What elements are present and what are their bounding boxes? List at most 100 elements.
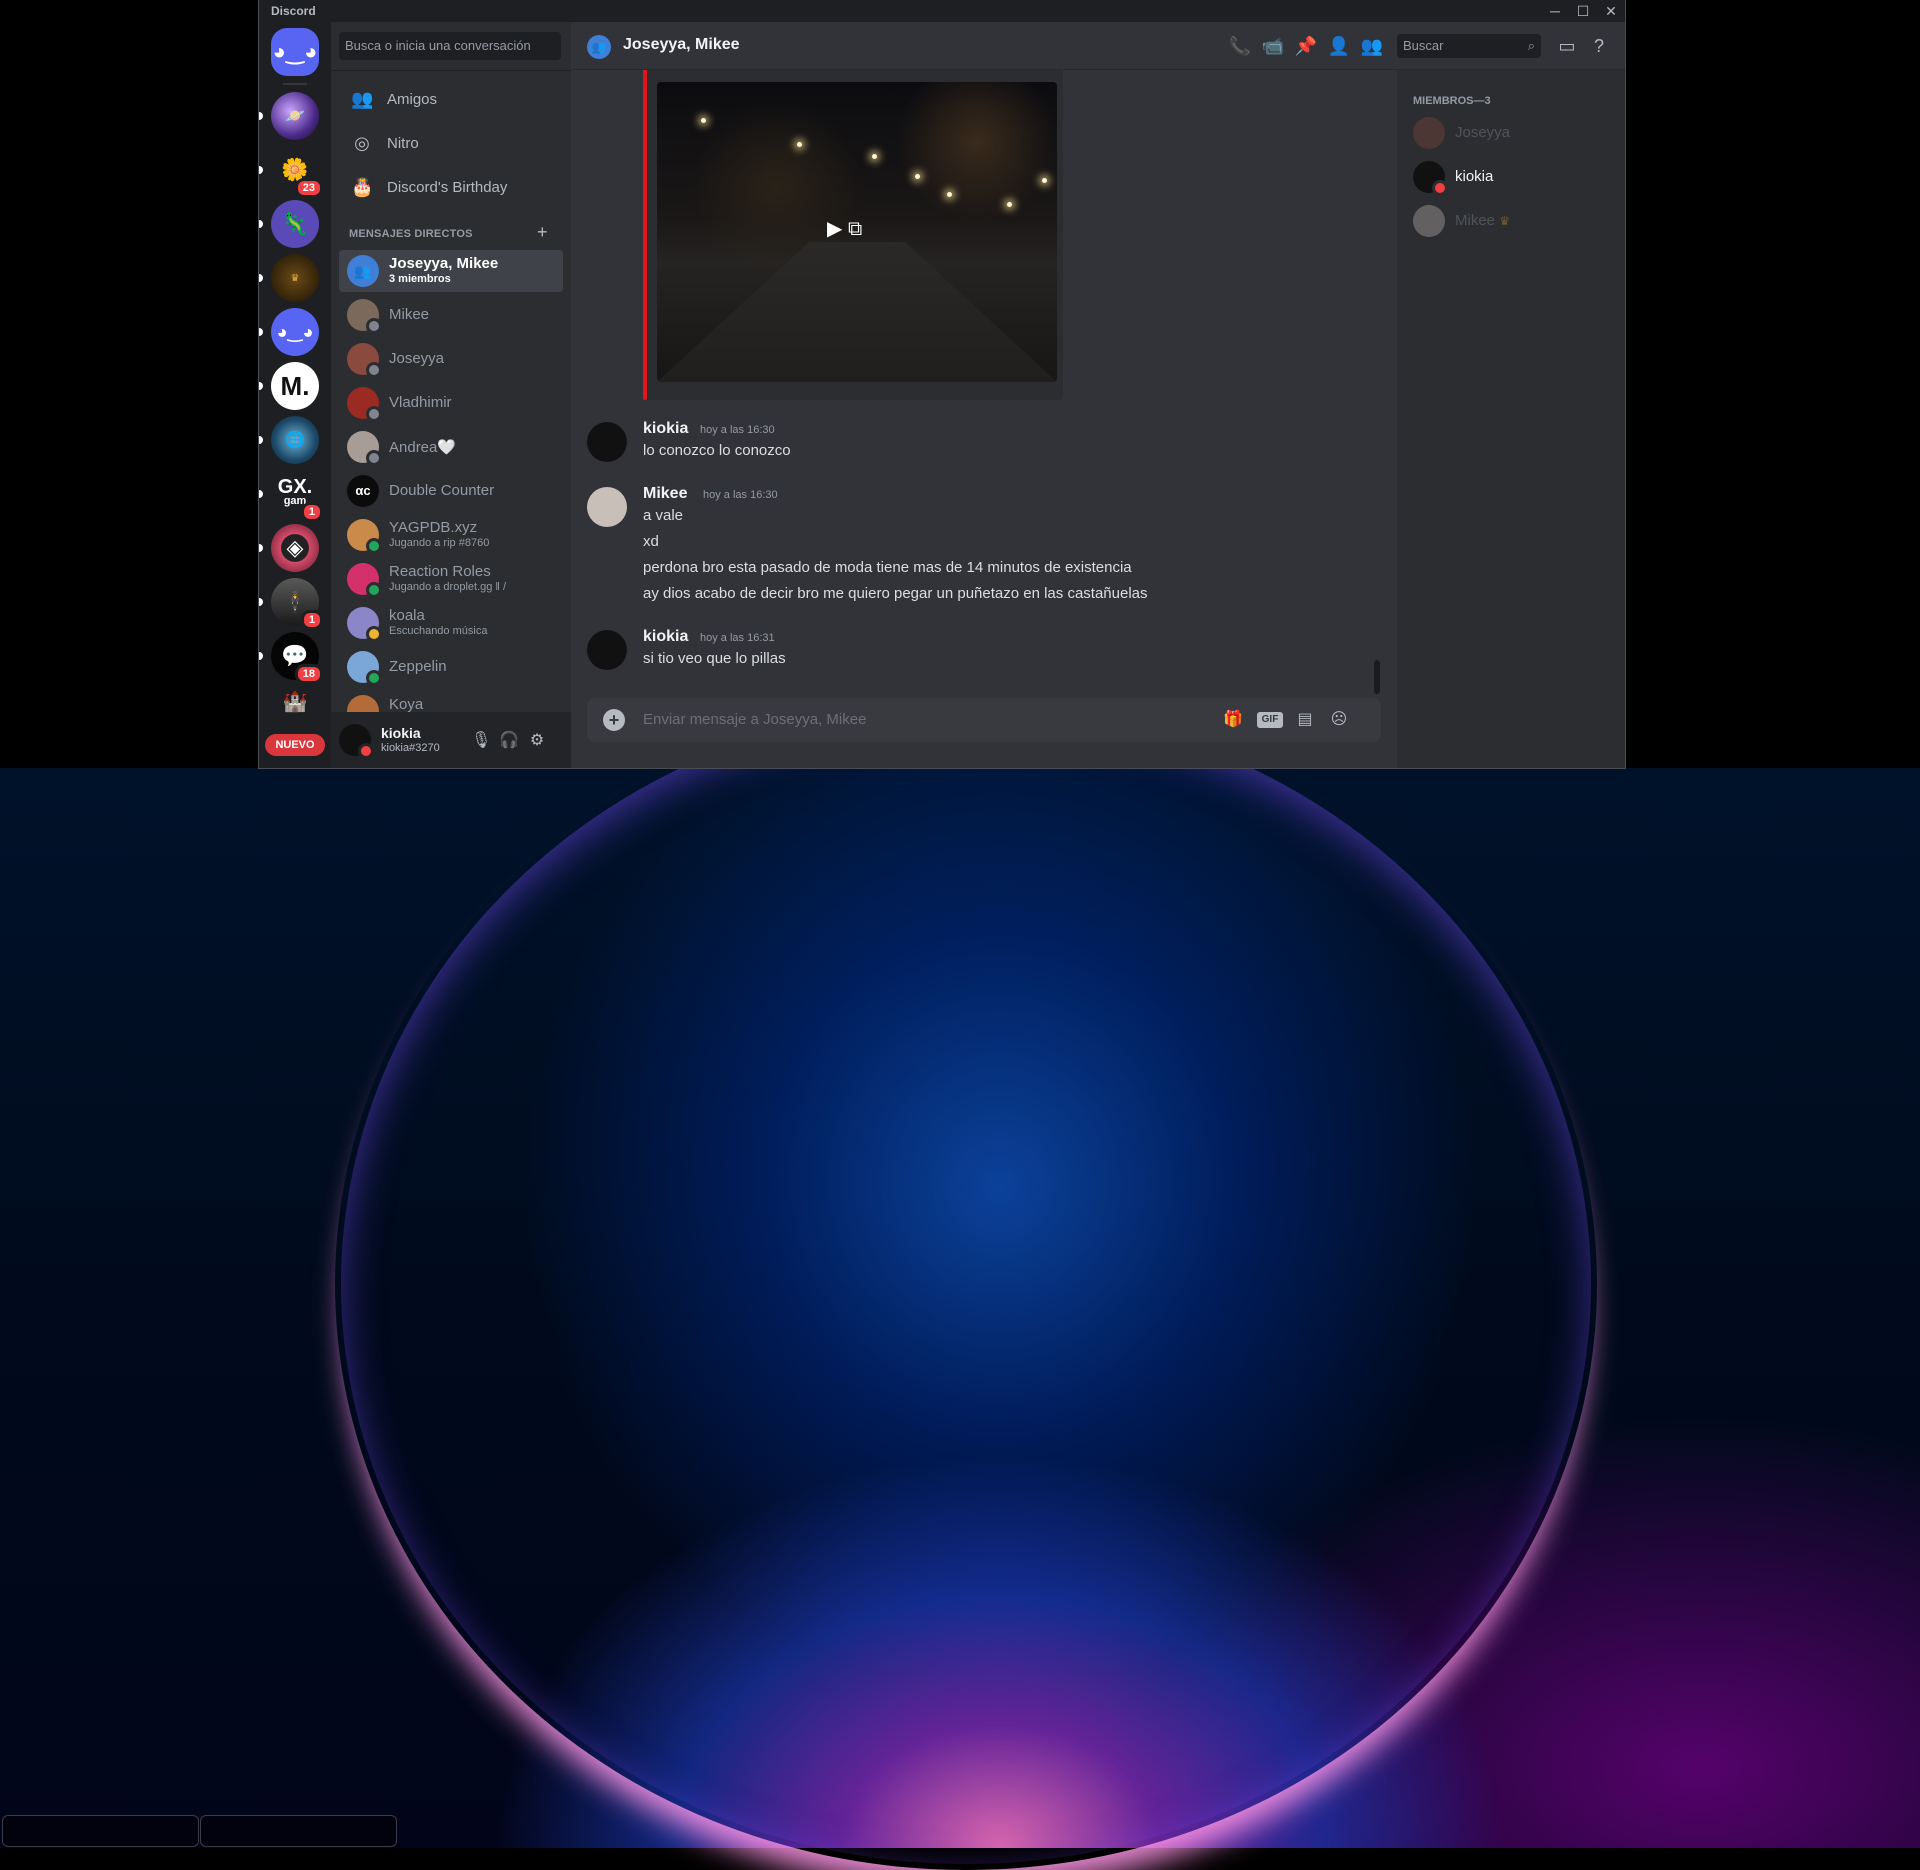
- chat-scrollbar[interactable]: [1374, 660, 1380, 694]
- server-icon-diamond[interactable]: ◈: [259, 524, 319, 572]
- diamond-icon: ◈: [271, 524, 319, 572]
- discord-logo-icon: ◕‿◕: [271, 308, 319, 356]
- minimize-button[interactable]: ─: [1541, 0, 1569, 22]
- gif-button[interactable]: GIF: [1257, 712, 1283, 728]
- dm-item-yagpdb[interactable]: YAGPDB.xyz Jugando a rip #8760: [339, 514, 563, 556]
- dm-item-double-counter[interactable]: αc Double Counter: [339, 470, 563, 512]
- server-rail: ◕‿◕ 🪐 🌼 23 🦎 ♛ ◕‿◕ M. 🌐 GX. gam 1 ◈ 🕴 1 …: [259, 22, 331, 768]
- member-name: kiokia: [1455, 168, 1494, 185]
- server-icon-axolotl[interactable]: 🦎: [259, 200, 319, 248]
- notification-badge: 18: [294, 664, 323, 684]
- avatar: [1413, 205, 1445, 237]
- friends-icon: 👥: [351, 89, 374, 109]
- maximize-button[interactable]: ☐: [1569, 0, 1597, 22]
- dm-item-zeppelin[interactable]: Zeppelin: [339, 646, 563, 688]
- taskbar-slot[interactable]: [200, 1815, 397, 1847]
- sticker-icon[interactable]: ▤: [1293, 708, 1317, 732]
- headphones-icon[interactable]: 🎧: [499, 730, 519, 750]
- member-item[interactable]: Mikee ♛: [1405, 200, 1617, 242]
- add-friend-icon[interactable]: 👤: [1327, 34, 1351, 58]
- member-item[interactable]: kiokia: [1405, 156, 1617, 198]
- composer-placeholder: Enviar mensaje a Joseyya, Mikee: [643, 711, 867, 728]
- server-icon-suit[interactable]: 🕴 1: [259, 578, 323, 630]
- dm-name: Vladhimir: [389, 394, 452, 411]
- gift-icon[interactable]: 🎁: [1221, 708, 1245, 732]
- emoji-icon[interactable]: ☹: [1327, 708, 1351, 732]
- app-title: Discord: [271, 4, 316, 18]
- message-text: lo conozco lo conozco: [643, 442, 791, 459]
- dm-search-input[interactable]: Busca o inicia una conversación: [339, 32, 561, 60]
- server-icon-planet[interactable]: 🪐: [259, 92, 319, 140]
- pin-icon[interactable]: 📌: [1294, 34, 1318, 58]
- message-text: a vale: [643, 507, 684, 524]
- user-panel: kiokia kiokia#3270 🎙 🎧 ⚙: [331, 712, 571, 768]
- notification-badge: 1: [300, 502, 323, 522]
- message-text: xd: [643, 533, 659, 550]
- add-dm-icon[interactable]: +: [537, 222, 548, 243]
- message-author[interactable]: Mikee: [643, 485, 687, 503]
- user-avatar[interactable]: [339, 724, 374, 759]
- dm-item-mikee[interactable]: Mikee: [339, 294, 563, 336]
- member-item[interactable]: Joseyya: [1405, 112, 1617, 154]
- avatar: [587, 487, 627, 527]
- members-list-icon[interactable]: 👥: [1360, 34, 1384, 58]
- dm-activity: Jugando a droplet.gg ‖ /: [389, 581, 507, 593]
- avatar: [1413, 161, 1448, 196]
- chat-header: 👥 Joseyya, Mikee 📞 📹 📌 👤 👥 Buscar ⌕ ▭ ?: [571, 22, 1625, 70]
- message-author[interactable]: kiokia: [643, 628, 688, 646]
- taskbar-slot[interactable]: [2, 1815, 199, 1847]
- treasure-icon: 🏰: [271, 686, 319, 716]
- message-list: ▶ ⧉ kiokia hoy a las 16:30 lo conozco lo…: [571, 70, 1397, 690]
- nav-nitro[interactable]: ◎ Nitro: [339, 123, 563, 165]
- member-name: Mikee ♛: [1455, 212, 1510, 229]
- dm-name: YAGPDB.xyz: [389, 519, 478, 536]
- nav-friends-label: Amigos: [387, 91, 438, 108]
- server-icon-chat[interactable]: 💬 18: [259, 632, 323, 684]
- message-composer[interactable]: + Enviar mensaje a Joseyya, Mikee 🎁 GIF …: [587, 698, 1381, 742]
- notification-badge: 23: [294, 178, 323, 198]
- dm-item-vladhimir[interactable]: Vladhimir: [339, 382, 563, 424]
- cake-icon: 🎂: [351, 177, 374, 197]
- server-icon-globe[interactable]: 🌐: [259, 416, 319, 464]
- search-input[interactable]: Buscar ⌕: [1397, 34, 1541, 58]
- settings-gear-icon[interactable]: ⚙: [527, 730, 547, 750]
- server-icon-new[interactable]: 🏰: [271, 686, 319, 716]
- add-attachment-icon[interactable]: +: [603, 709, 625, 731]
- server-icon-discord[interactable]: ◕‿◕: [259, 308, 319, 356]
- close-button[interactable]: ✕: [1597, 0, 1625, 22]
- message-text: ay dios acabo de decir bro me quiero peg…: [643, 585, 1148, 602]
- microphone-icon[interactable]: 🎙: [471, 730, 491, 750]
- help-icon[interactable]: ?: [1587, 34, 1611, 58]
- video-call-icon[interactable]: 📹: [1261, 34, 1285, 58]
- video-attachment[interactable]: ▶ ⧉: [657, 82, 1057, 382]
- message-text: si tio veo que lo pillas: [643, 650, 786, 667]
- dm-activity: Escuchando música: [389, 625, 488, 637]
- dm-item-andrea[interactable]: Andrea🤍: [339, 426, 563, 468]
- rail-divider: [283, 83, 307, 85]
- title-bar: Discord ─ ☐ ✕: [259, 0, 1625, 22]
- nuevo-badge[interactable]: NUEVO: [265, 734, 325, 756]
- dm-item-joseyya[interactable]: Joseyya: [339, 338, 563, 380]
- avatar: [587, 630, 627, 670]
- dm-item-reaction-roles[interactable]: Reaction Roles Jugando a droplet.gg ‖ /: [339, 558, 563, 600]
- server-icon-flower[interactable]: 🌼 23: [259, 146, 323, 198]
- nav-nitro-label: Nitro: [387, 135, 419, 152]
- call-icon[interactable]: 📞: [1228, 34, 1252, 58]
- inbox-icon[interactable]: ▭: [1555, 34, 1579, 58]
- dm-section-header: MENSAJES DIRECTOS: [349, 228, 473, 240]
- planet-icon: 🪐: [271, 92, 319, 140]
- dm-item-group[interactable]: 👥 Joseyya, Mikee 3 miembros: [339, 250, 563, 292]
- nav-friends[interactable]: 👥 Amigos: [339, 79, 563, 121]
- dm-item-koya[interactable]: Koya: [339, 690, 563, 712]
- home-button[interactable]: ◕‿◕: [271, 28, 319, 76]
- server-icon-lida[interactable]: ♛: [259, 254, 319, 302]
- user-name: kiokia: [381, 725, 421, 741]
- server-icon-gx[interactable]: GX. gam 1: [259, 470, 323, 522]
- nav-birthday[interactable]: 🎂 Discord's Birthday: [339, 167, 563, 209]
- dm-sidebar: Busca o inicia una conversación 👥 Amigos…: [331, 22, 571, 768]
- server-icon-m[interactable]: M.: [259, 362, 319, 410]
- message-author[interactable]: kiokia: [643, 420, 688, 438]
- dm-name: Joseyya: [389, 350, 445, 367]
- dm-item-koala[interactable]: koala Escuchando música: [339, 602, 563, 644]
- play-icon[interactable]: ▶ ⧉: [827, 216, 887, 248]
